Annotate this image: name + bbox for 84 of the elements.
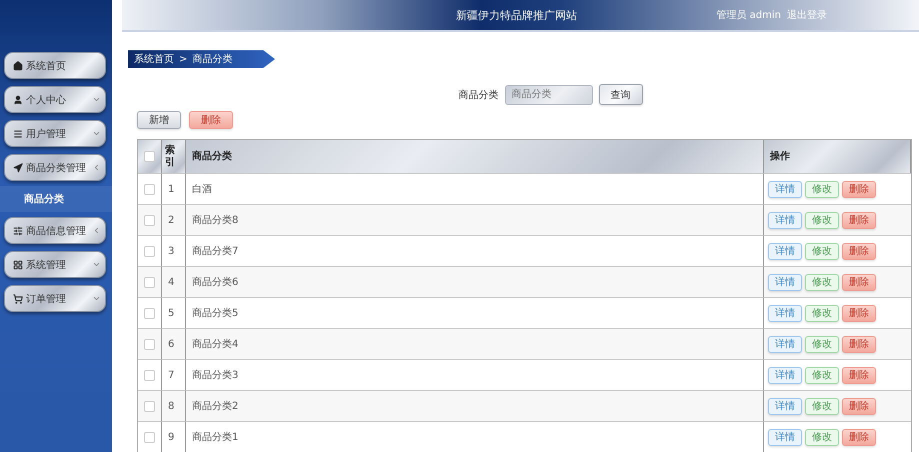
logout-link[interactable]: 退出登录	[787, 8, 827, 22]
edit-button[interactable]: 修改	[805, 366, 839, 384]
row-checkbox[interactable]	[144, 184, 155, 194]
row-checkbox[interactable]	[144, 338, 155, 350]
sidebar-menu-item[interactable]: 系统管理	[4, 251, 106, 278]
delete-button[interactable]: 删除	[842, 274, 876, 290]
row-checkbox[interactable]	[144, 432, 155, 442]
delete-button[interactable]: 删除	[842, 304, 876, 322]
sidebar-submenu-item[interactable]: 商品分类	[0, 186, 112, 212]
index-cell: 9	[168, 432, 174, 442]
detail-button[interactable]: 详情	[768, 398, 802, 414]
detail-button[interactable]: 详情	[768, 242, 802, 260]
category-cell-text: 商品分类2	[192, 400, 238, 413]
category-cell-text: 商品分类3	[192, 368, 238, 382]
sidebar-menu-item[interactable]: 商品分类管理	[4, 154, 106, 181]
delete-button[interactable]: 删除	[842, 180, 876, 198]
search-button[interactable]: 查询	[598, 84, 642, 105]
category-cell-text: 商品分类5	[192, 306, 238, 320]
row-checkbox[interactable]	[144, 276, 155, 288]
grid-icon	[13, 260, 23, 270]
user-label: 管理员 admin	[716, 9, 781, 22]
edit-button[interactable]: 修改	[805, 212, 839, 228]
user-icon	[13, 94, 23, 104]
detail-button[interactable]: 详情	[768, 366, 802, 384]
search-label: 商品分类	[458, 88, 498, 102]
column-header: 商品分类	[192, 150, 232, 162]
category-cell-text: 商品分类1	[192, 430, 238, 444]
detail-button[interactable]: 详情	[768, 274, 802, 290]
detail-button[interactable]: 详情	[768, 180, 802, 198]
detail-button[interactable]: 详情	[768, 428, 802, 446]
index-cell: 3	[168, 246, 174, 256]
detail-button[interactable]: 详情	[768, 304, 802, 322]
row-checkbox[interactable]	[144, 400, 155, 412]
edit-button[interactable]: 修改	[805, 180, 839, 198]
edit-button[interactable]: 修改	[805, 242, 839, 260]
sidebar-menu-item[interactable]: 用户管理	[4, 120, 106, 147]
add-button[interactable]: 新增	[137, 111, 181, 129]
category-cell-text: 商品分类7	[192, 244, 238, 258]
delete-button[interactable]: 删除	[842, 366, 876, 384]
delete-button[interactable]: 删除	[842, 398, 876, 414]
edit-button[interactable]: 修改	[805, 398, 839, 414]
sliders-icon	[13, 226, 23, 236]
column-header: 操作	[770, 150, 790, 162]
sidebar-menu-item[interactable]: 订单管理	[4, 285, 106, 312]
delete-button[interactable]: 删除	[842, 428, 876, 446]
index-cell: 4	[168, 276, 174, 288]
navigation-icon	[13, 162, 23, 172]
menu-icon	[13, 128, 23, 138]
breadcrumb-link[interactable]: 系统首页	[134, 52, 174, 66]
edit-button[interactable]: 修改	[805, 336, 839, 352]
detail-button[interactable]: 详情	[768, 212, 802, 228]
index-cell: 1	[168, 184, 174, 194]
delete-button[interactable]: 删除	[842, 212, 876, 228]
search-field[interactable]: 商品分类	[504, 84, 592, 104]
category-cell-text: 白酒	[192, 182, 212, 196]
breadcrumb-separator: >	[179, 54, 188, 65]
index-cell: 8	[168, 400, 174, 412]
index-cell: 6	[168, 338, 174, 350]
row-checkbox[interactable]	[144, 370, 155, 380]
select-all-checkbox[interactable]	[144, 151, 155, 162]
category-cell-text: 商品分类8	[192, 214, 238, 227]
row-checkbox[interactable]	[144, 308, 155, 318]
sidebar-menu-item[interactable]: 系统首页	[4, 52, 106, 79]
sidebar-menu-item[interactable]: 商品信息管理	[4, 217, 106, 244]
row-checkbox[interactable]	[144, 214, 155, 226]
index-cell: 7	[168, 370, 174, 380]
breadcrumb-current: 商品分类	[192, 52, 232, 66]
category-cell-text: 商品分类4	[192, 338, 238, 351]
home-icon	[13, 60, 23, 70]
cart-icon	[13, 294, 23, 304]
category-cell-text: 商品分类6	[192, 276, 238, 289]
column-header: 索引	[165, 144, 176, 168]
delete-button[interactable]: 删除	[842, 242, 876, 260]
edit-button[interactable]: 修改	[805, 274, 839, 290]
delete-button[interactable]: 删除	[189, 111, 233, 129]
index-cell: 5	[168, 308, 174, 318]
delete-button[interactable]: 删除	[842, 336, 876, 352]
index-cell: 2	[168, 214, 174, 226]
sidebar-menu-item[interactable]: 个人中心	[4, 86, 106, 113]
edit-button[interactable]: 修改	[805, 304, 839, 322]
site-title: 新疆伊力特品牌推广网站	[456, 8, 577, 23]
row-checkbox[interactable]	[144, 246, 155, 256]
detail-button[interactable]: 详情	[768, 336, 802, 352]
edit-button[interactable]: 修改	[805, 428, 839, 446]
